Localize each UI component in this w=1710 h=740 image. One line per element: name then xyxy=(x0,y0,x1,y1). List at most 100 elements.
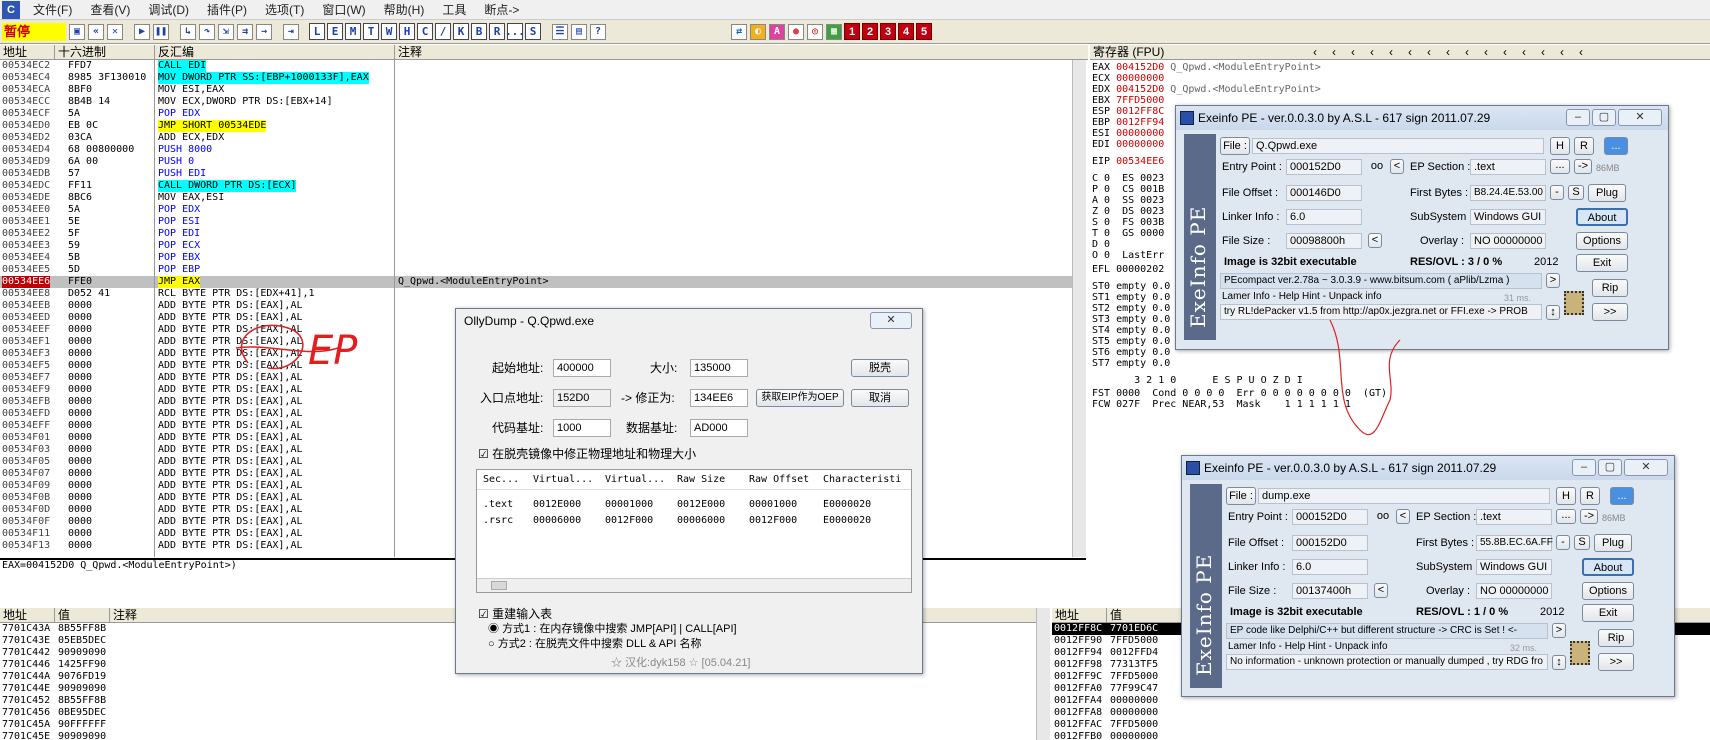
exeinfo1-entry-field[interactable]: 000152D0 xyxy=(1286,159,1362,175)
plugin-d-icon[interactable]: ● xyxy=(788,23,804,40)
exeinfo2-about-button[interactable]: About xyxy=(1582,558,1634,576)
exeinfo1-maximize-button[interactable]: ▢ xyxy=(1592,109,1616,126)
exeinfo2-minus-button[interactable]: - xyxy=(1556,535,1570,550)
help-icon[interactable]: ? xyxy=(590,23,606,40)
method2-radio[interactable]: ○ 方式2 : 在脱壳文件中搜索 DLL & API 名称 xyxy=(488,637,701,651)
disasm-row[interactable]: 00534EE5 5D POP EBP xyxy=(0,264,1086,276)
section-col-name[interactable]: Sec... xyxy=(483,470,519,490)
col-hex-header[interactable]: 十六进制 xyxy=(55,45,155,60)
dump-row[interactable]: 7701C456 0BE95DEC xyxy=(0,707,1050,719)
exeinfo2-unpack-arrow-button[interactable]: ↕ xyxy=(1552,655,1566,670)
disasm-row[interactable]: 00534ED9 6A 00 PUSH 0 xyxy=(0,156,1086,168)
exeinfo1-close-button[interactable]: ✕ xyxy=(1618,109,1662,126)
stack-row[interactable]: 0012FFA8 00000000 xyxy=(1052,707,1710,719)
exeinfo2-ep-arrow-button[interactable]: < xyxy=(1396,509,1410,524)
exeinfo1-size-field[interactable]: 00098800h xyxy=(1286,233,1362,249)
get-eip-as-oep-button[interactable]: 获取EIP作为OEP xyxy=(756,389,844,407)
exeinfo1-size-arrow-button[interactable]: < xyxy=(1368,233,1382,248)
section-col-vsize[interactable]: Virtual... xyxy=(533,470,593,490)
menu-help[interactable]: 帮助(H) xyxy=(375,1,434,18)
trace-over-icon[interactable]: ⇉ xyxy=(237,23,253,40)
execute-till-return-icon[interactable]: → xyxy=(256,23,272,40)
exeinfo1-next-button[interactable]: >> xyxy=(1592,303,1628,321)
disasm-row[interactable]: 00534ECF 5A POP EDX xyxy=(0,108,1086,120)
toolbar-patches-button[interactable]: / xyxy=(435,23,451,40)
dump-row[interactable]: 7701C45A 90FFFFFF xyxy=(0,719,1050,731)
toolbar-modules-button[interactable]: E xyxy=(327,23,343,40)
exeinfo2-rip-button[interactable]: Rip xyxy=(1598,629,1634,647)
exeinfo2-entry-field[interactable]: 000152D0 xyxy=(1292,509,1368,525)
disasm-row[interactable]: 00534ED2 03CA ADD ECX,EDX xyxy=(0,132,1086,144)
exeinfo1-unpack-arrow-button[interactable]: ↕ xyxy=(1546,305,1560,320)
section-col-rawoffset[interactable]: Raw Offset xyxy=(749,470,809,490)
disasm-row[interactable]: 00534EE3 59 POP ECX xyxy=(0,240,1086,252)
exeinfo2-linker-field[interactable]: 6.0 xyxy=(1292,559,1368,575)
exeinfo1-h-button[interactable]: H xyxy=(1550,137,1570,155)
menu-view[interactable]: 查看(V) xyxy=(81,1,139,18)
disasm-row[interactable]: 00534EC4 8985 3F130010 MOV DWORD PTR SS:[E… xyxy=(0,72,1086,84)
toolbar-references-button[interactable]: R xyxy=(489,23,505,40)
toolbar-handles-button[interactable]: H xyxy=(399,23,415,40)
plugin-b-icon[interactable]: ◐ xyxy=(750,23,766,40)
code-base-field[interactable]: 1000 xyxy=(553,419,611,437)
exeinfo1-film-icon[interactable] xyxy=(1564,291,1584,315)
disasm-row[interactable]: 00534EDC FF11 CALL DWORD PTR DS:[ECX] xyxy=(0,180,1086,192)
open-icon[interactable]: ▣ xyxy=(69,23,85,40)
disasm-row[interactable]: 00534ED0 EB 0C JMP SHORT 00534EDE xyxy=(0,120,1086,132)
toolbar-windows-button[interactable]: W xyxy=(381,23,397,40)
dump-button[interactable]: 脱壳 xyxy=(851,359,909,377)
exeinfo2-next-button[interactable]: >> xyxy=(1598,653,1634,671)
exeinfo2-size-arrow-button[interactable]: < xyxy=(1374,583,1388,598)
stack-address-header[interactable]: 地址 xyxy=(1052,608,1107,623)
data-base-field[interactable]: AD000 xyxy=(690,419,748,437)
exeinfo1-offset-field[interactable]: 000146D0 xyxy=(1286,185,1362,201)
menu-debug[interactable]: 调试(D) xyxy=(139,1,198,18)
plugin-a-icon[interactable]: ⇄ xyxy=(731,23,747,40)
exeinfo1-detect-arrow-button[interactable]: > xyxy=(1546,273,1560,288)
exeinfo2-lamer-info-link[interactable]: Lamer Info - Help Hint - Unpack info xyxy=(1228,640,1388,654)
appearance-icon[interactable]: ▤ xyxy=(571,23,587,40)
disasm-row[interactable]: 00534EE1 5E POP ESI xyxy=(0,216,1086,228)
exeinfo2-plug-button[interactable]: Plug xyxy=(1594,534,1632,552)
restart-icon[interactable]: « xyxy=(88,23,104,40)
exeinfo2-film-icon[interactable] xyxy=(1570,641,1590,665)
exeinfo2-file-button[interactable]: File : xyxy=(1226,487,1256,505)
exeinfo2-offset-field[interactable]: 000152D0 xyxy=(1292,535,1368,551)
exeinfo1-plug-button[interactable]: Plug xyxy=(1588,184,1626,202)
plugin-c-icon[interactable]: A xyxy=(769,23,785,40)
exeinfo2-oo-button[interactable]: oo xyxy=(1372,508,1394,526)
toolbar-source-button[interactable]: S xyxy=(525,23,541,40)
dump-address-header[interactable]: 地址 xyxy=(0,608,55,623)
cancel-button[interactable]: 取消 xyxy=(851,389,909,407)
efl-row[interactable]: EFL 00000202 xyxy=(1092,264,1164,276)
disasm-row[interactable]: 00534EC2 FFD7 CALL EDI xyxy=(0,60,1086,72)
menu-file[interactable]: 文件(F) xyxy=(24,1,81,18)
exeinfo1-subsystem-field[interactable]: Windows GUI xyxy=(1470,209,1546,225)
exeinfo1-r-button[interactable]: R xyxy=(1574,137,1594,155)
exeinfo1-browse-button[interactable]: ... xyxy=(1604,137,1628,155)
col-address-header[interactable]: 地址 xyxy=(0,45,55,60)
exeinfo2-browse-button[interactable]: ... xyxy=(1610,487,1634,505)
exeinfo1-overlay-field[interactable]: NO 00000000 xyxy=(1470,233,1546,249)
exeinfo1-section-next-button[interactable]: -> xyxy=(1574,159,1592,174)
sections-hscrollbar[interactable] xyxy=(477,578,911,592)
disasm-row[interactable]: 00534EDB 57 PUSH EDI xyxy=(0,168,1086,180)
section-col-rawsize[interactable]: Raw Size xyxy=(677,470,725,490)
run-icon[interactable]: ▶ xyxy=(134,23,150,40)
disasm-row[interactable]: 00534EE4 5B POP EBX xyxy=(0,252,1086,264)
plugin-1-button[interactable]: 1 xyxy=(844,23,860,40)
exeinfo2-unpack-hint-field[interactable]: No information - unknown protection or m… xyxy=(1226,654,1548,670)
step-into-icon[interactable]: ↳ xyxy=(180,23,196,40)
disasm-row[interactable]: 00534ECC 8B4B 14 MOV ECX,DWORD PTR DS:[EBX… xyxy=(0,96,1086,108)
exeinfo2-exit-button[interactable]: Exit xyxy=(1582,604,1634,622)
toolbar-log-button[interactable]: L xyxy=(309,23,325,40)
trace-into-icon[interactable]: ⇲ xyxy=(218,23,234,40)
pause-icon[interactable]: ❚❚ xyxy=(153,23,169,40)
exeinfo2-section-dots-button[interactable]: ... xyxy=(1556,509,1576,524)
toolbar-threads-button[interactable]: T xyxy=(363,23,379,40)
exeinfo1-detect-field[interactable]: PEcompact ver.2.78a ~ 3.0.3.9 - www.bits… xyxy=(1220,273,1542,289)
toolbar-breakpoints-button[interactable]: B xyxy=(471,23,487,40)
disasm-row[interactable]: 00534EE6 FFE0 JMP EAX Q_Qpwd.<ModuleEntryPo… xyxy=(0,276,1086,288)
exeinfo1-file-button[interactable]: File : xyxy=(1220,137,1250,155)
exeinfo1-about-button[interactable]: About xyxy=(1576,208,1628,226)
